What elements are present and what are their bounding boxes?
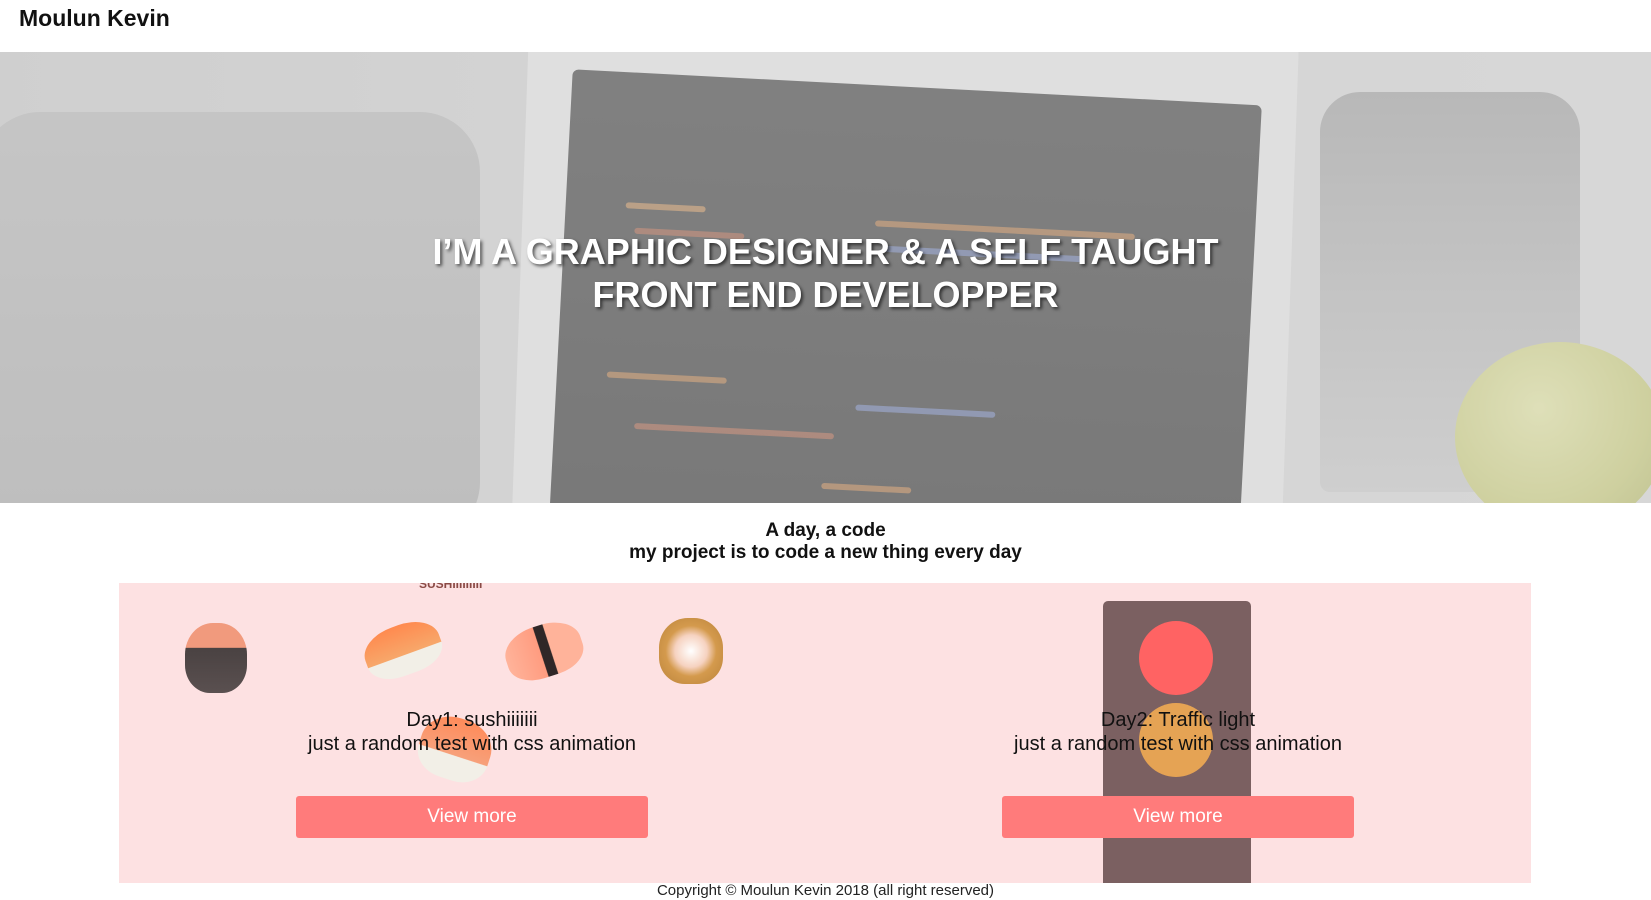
project-description: just a random test with css animation	[308, 733, 636, 755]
sushi-salmon-nigiri-image	[357, 613, 449, 687]
intro: A day, a code my project is to code a ne…	[0, 520, 1651, 564]
view-more-button-day1[interactable]: View more	[296, 796, 648, 838]
intro-heading: A day, a code	[765, 520, 886, 541]
footer-copyright: Copyright © Moulun Kevin 2018 (all right…	[656, 882, 995, 899]
hero-title-line-2: FRONT END DEVELOPPER	[592, 274, 1059, 315]
brand-name[interactable]: Moulun Kevin	[19, 5, 170, 32]
hero-title-line-1: I’M A GRAPHIC DESIGNER & A SELF TAUGHT	[432, 231, 1219, 272]
projects-section: SUSHIIIIIIIII Day1: sushiiiiiii just a r…	[119, 583, 1531, 883]
sushi-caption: SUSHIIIIIIIII	[419, 583, 483, 591]
project-description: just a random test with css animation	[1014, 733, 1342, 755]
sushi-gunkan-image	[185, 623, 247, 693]
hero-banner: I’M A GRAPHIC DESIGNER & A SELF TAUGHT F…	[0, 52, 1651, 503]
traffic-red-light	[1139, 621, 1213, 695]
hero-title: I’M A GRAPHIC DESIGNER & A SELF TAUGHT F…	[0, 230, 1651, 316]
intro-subheading: my project is to code a new thing every …	[629, 542, 1022, 563]
view-more-button-day2[interactable]: View more	[1002, 796, 1354, 838]
project-card-day1: SUSHIIIIIIIII Day1: sushiiiiiii just a r…	[119, 583, 825, 883]
project-title: Day2: Traffic light	[1100, 709, 1256, 731]
sushi-fried-roll-image	[659, 618, 723, 684]
project-title: Day1: sushiiiiiii	[406, 709, 538, 731]
site-header: Moulun Kevin	[0, 0, 1651, 52]
sushi-shrimp-nigiri-image	[498, 614, 590, 688]
